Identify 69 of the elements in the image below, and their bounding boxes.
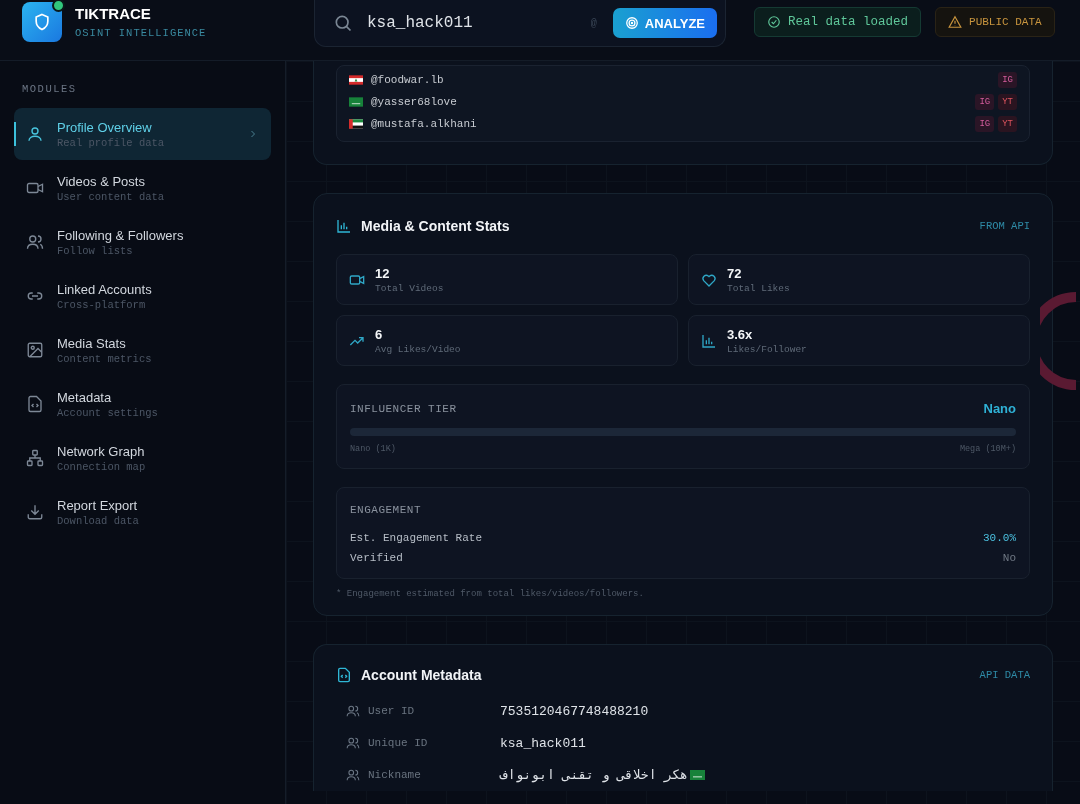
status-badge: Real data loaded: [754, 7, 922, 37]
platform-tag: IG: [975, 94, 995, 110]
tier-heading: INFLUENCER TIER: [350, 402, 457, 415]
status-badge: PUBLIC DATA: [935, 7, 1055, 37]
account-handle[interactable]: @mustafa.alkhani: [371, 118, 976, 130]
scale-label: Mega (10M+): [959, 444, 1016, 454]
sidebar-item[interactable]: Linked Accounts Cross-platform: [14, 270, 271, 322]
flag-icon: [349, 97, 363, 107]
metric-value: 30.0%: [983, 532, 1016, 544]
platform-tag: IG: [998, 72, 1017, 88]
bar-chart-icon: [701, 332, 717, 349]
people-icon: [346, 704, 360, 718]
warning-icon: [948, 15, 963, 29]
people-icon: [346, 736, 360, 750]
sidebar-heading: MODULES: [21, 83, 78, 95]
check-circle-icon: [767, 15, 781, 29]
network-icon: [26, 449, 44, 467]
source-label: API DATA: [979, 669, 1030, 681]
scale-label: Nano (1K): [350, 444, 396, 454]
stat-tile: 72 Total Likes: [688, 254, 1030, 305]
card-title: Account Metadata: [361, 667, 483, 683]
account-handle[interactable]: @foodwar.lb: [371, 74, 999, 86]
field-label: Unique ID: [368, 737, 429, 749]
sidebar-item[interactable]: Report Export Download data: [14, 486, 271, 538]
sidebar-item[interactable]: Media Stats Content metrics: [14, 324, 271, 376]
bar-chart-icon: [336, 218, 352, 234]
app-name: TIKTRACE: [75, 5, 152, 22]
download-icon: [26, 503, 44, 521]
field-value: ksa_hack011: [500, 735, 586, 751]
person-icon: [26, 125, 44, 143]
sidebar-item[interactable]: Following & Followers Follow lists: [14, 216, 271, 268]
sidebar-item[interactable]: Metadata Account settings: [14, 378, 271, 430]
field-value: 7535120467748488210: [500, 703, 649, 719]
flag-icon: [349, 119, 363, 129]
engagement-heading: ENGAGEMENT: [350, 504, 422, 516]
platform-tag: YT: [998, 94, 1017, 110]
people-icon: [26, 233, 44, 251]
card-title: Media & Content Stats: [361, 218, 511, 234]
code-file-icon: [26, 395, 44, 413]
search-field[interactable]: ksa_hack011 @ ANALYZE: [314, 0, 726, 47]
field-label: Nickname: [368, 769, 422, 781]
people-icon: [346, 768, 360, 782]
analyze-button[interactable]: ANALYZE: [612, 8, 717, 38]
flag-icon: [349, 75, 363, 85]
app-tagline: OSINT INTELLIGENCE: [75, 27, 207, 39]
field-value: هکر اخلاقی و تقنی ابونواف: [500, 767, 688, 783]
stat-tile: 12 Total Videos: [336, 254, 678, 305]
sidebar-item[interactable]: Network Graph Connection map: [14, 432, 271, 484]
account-handle[interactable]: @yasser68love: [371, 96, 976, 108]
metric-value: No: [1002, 552, 1016, 564]
target-icon: [624, 16, 639, 30]
stat-tile: 3.6x Likes/Follower: [688, 315, 1030, 366]
sidebar-item[interactable]: Profile Overview Real profile data: [14, 108, 271, 160]
at-symbol: @: [590, 17, 597, 29]
flag-icon: [689, 770, 705, 780]
field-label: User ID: [368, 705, 416, 717]
tier-value: Nano: [983, 401, 1016, 416]
code-file-icon: [336, 667, 352, 683]
metric-label: Verified: [350, 552, 403, 564]
stat-tile: 6 Avg Likes/Video: [336, 315, 678, 366]
platform-tag: IG: [975, 116, 995, 132]
source-label: FROM API: [979, 220, 1030, 232]
image-icon: [26, 341, 44, 359]
metric-label: Est. Engagement Rate: [350, 532, 483, 544]
sidebar-item[interactable]: Videos & Posts User content data: [14, 162, 271, 214]
search-icon: [333, 13, 353, 33]
shield-icon: [32, 12, 52, 32]
footnote: * Engagement estimated from total likes/videos/followers.: [336, 589, 645, 599]
platform-tag: YT: [998, 116, 1017, 132]
